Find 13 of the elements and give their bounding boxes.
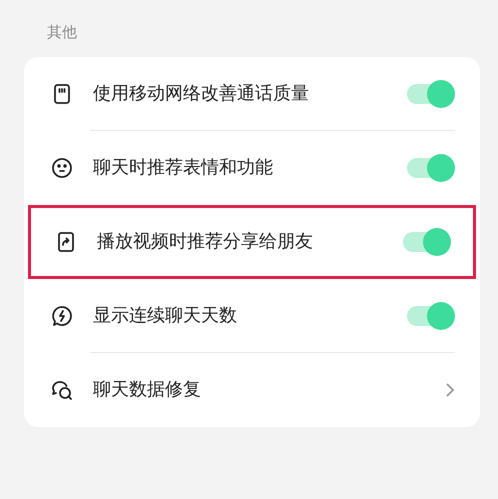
toggle-switch[interactable]	[401, 228, 451, 256]
toggle-switch[interactable]	[405, 80, 455, 108]
section-title: 其他	[47, 23, 77, 43]
toggle-switch[interactable]	[405, 154, 455, 182]
smiley-icon	[50, 156, 74, 180]
setting-label: 显示连续聊天天数	[93, 304, 237, 327]
lightning-bubble-icon	[50, 304, 74, 328]
toggle-switch[interactable]	[405, 302, 455, 330]
chevron-right-icon[interactable]	[445, 382, 455, 398]
setting-label: 播放视频时推荐分享给朋友	[97, 230, 313, 253]
setting-label: 聊天时推荐表情和功能	[93, 156, 273, 179]
setting-label: 聊天数据修复	[93, 378, 201, 401]
setting-label: 使用移动网络改善通话质量	[93, 82, 309, 105]
